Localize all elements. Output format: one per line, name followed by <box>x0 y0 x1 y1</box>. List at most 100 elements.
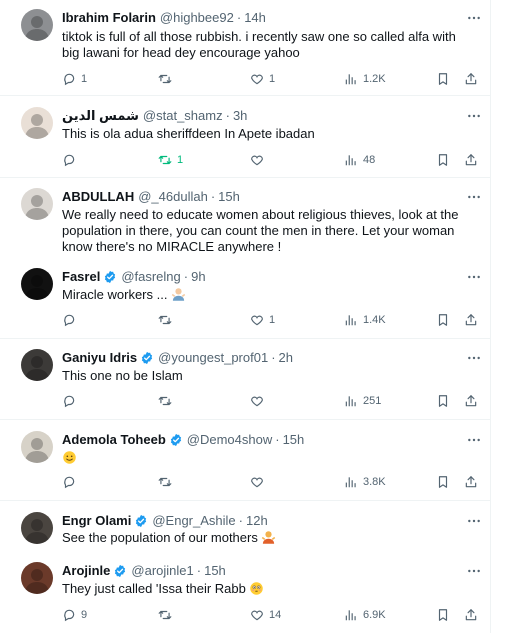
more-icon[interactable] <box>466 10 482 26</box>
separator-dot: · <box>210 189 216 204</box>
share-button[interactable] <box>464 473 478 491</box>
more-icon[interactable] <box>466 189 482 205</box>
bookmark-icon <box>436 475 450 489</box>
author-name[interactable]: Engr Olami <box>62 513 131 529</box>
reply-button[interactable] <box>62 311 81 329</box>
bookmark-button[interactable] <box>436 70 450 88</box>
verified-badge-icon <box>169 433 183 447</box>
author-handle[interactable]: @stat_shamz <box>143 108 223 124</box>
separator-dot: · <box>196 563 202 578</box>
author-name[interactable]: شمس الدين <box>62 108 139 124</box>
like-icon <box>250 313 264 327</box>
views-count: 6.9K <box>363 609 386 621</box>
tweet-text: Miracle workers ... <box>62 287 467 306</box>
retweet-icon <box>158 608 172 622</box>
avatar[interactable] <box>21 512 53 544</box>
like-icon <box>250 475 264 489</box>
more-icon[interactable] <box>466 432 482 448</box>
views-button[interactable]: 251 <box>344 392 381 410</box>
timeline-border <box>490 0 491 633</box>
views-button[interactable]: 1.2K <box>344 70 386 88</box>
tweet-text <box>62 450 467 469</box>
timestamp[interactable]: 3h <box>233 108 247 124</box>
avatar[interactable] <box>21 349 53 381</box>
share-button[interactable] <box>464 311 478 329</box>
retweet-button[interactable] <box>158 606 177 624</box>
author-name[interactable]: Ibrahim Folarin <box>62 10 156 26</box>
avatar[interactable] <box>21 9 53 41</box>
timestamp[interactable]: 15h <box>204 563 226 579</box>
retweet-button[interactable]: 1 <box>158 151 183 169</box>
more-icon[interactable] <box>466 563 482 579</box>
bookmark-button[interactable] <box>436 151 450 169</box>
separator-dot: · <box>236 10 242 25</box>
share-button[interactable] <box>464 151 478 169</box>
views-count: 1.2K <box>363 73 386 85</box>
timestamp[interactable]: 12h <box>246 513 268 529</box>
author-name[interactable]: Ganiyu Idris <box>62 350 137 366</box>
author-name[interactable]: Ademola Toheeb <box>62 432 166 448</box>
reply-button[interactable]: 1 <box>62 70 87 88</box>
timestamp[interactable]: 14h <box>244 10 266 26</box>
like-button[interactable] <box>250 473 269 491</box>
timestamp[interactable]: 15h <box>283 432 305 448</box>
separator-dot: · <box>183 269 189 284</box>
author-handle[interactable]: @highbee92 <box>160 10 234 26</box>
avatar[interactable] <box>21 562 53 594</box>
author-handle[interactable]: @_46dullah <box>138 189 208 205</box>
avatar[interactable] <box>21 188 53 220</box>
views-button[interactable]: 3.8K <box>344 473 386 491</box>
views-button[interactable]: 48 <box>344 151 375 169</box>
reply-icon <box>62 72 76 86</box>
tweet-header: Ademola Toheeb @Demo4show · 15h <box>62 432 479 448</box>
bookmark-button[interactable] <box>436 606 450 624</box>
separator-dot: · <box>275 432 280 447</box>
timestamp[interactable]: 2h <box>279 350 293 366</box>
more-icon[interactable] <box>466 108 482 124</box>
timestamp[interactable]: 15h <box>218 189 240 205</box>
avatar[interactable] <box>21 107 53 139</box>
author-name[interactable]: ABDULLAH <box>62 189 134 205</box>
bookmark-button[interactable] <box>436 311 450 329</box>
share-button[interactable] <box>464 606 478 624</box>
retweet-button[interactable] <box>158 70 177 88</box>
share-button[interactable] <box>464 392 478 410</box>
views-button[interactable]: 6.9K <box>344 606 386 624</box>
retweet-button[interactable] <box>158 311 177 329</box>
retweet-button[interactable] <box>158 392 177 410</box>
reply-button[interactable] <box>62 473 81 491</box>
retweet-button[interactable] <box>158 473 177 491</box>
reply-button[interactable] <box>62 392 81 410</box>
retweet-icon <box>158 313 172 327</box>
author-handle[interactable]: @fasrelng <box>121 269 180 285</box>
separator-dot: · <box>225 108 230 123</box>
more-icon[interactable] <box>466 269 482 285</box>
reply-button[interactable] <box>62 151 81 169</box>
avatar[interactable] <box>21 268 53 300</box>
tweet-text-content: They just called 'Issa their Rabb <box>62 581 250 596</box>
views-button[interactable]: 1.4K <box>344 311 386 329</box>
reply-button[interactable]: 9 <box>62 606 87 624</box>
like-button[interactable] <box>250 151 269 169</box>
more-icon[interactable] <box>466 513 482 529</box>
like-button[interactable]: 1 <box>250 70 275 88</box>
like-button[interactable] <box>250 392 269 410</box>
author-handle[interactable]: @Demo4show <box>187 432 272 448</box>
views-icon <box>344 72 358 86</box>
views-icon <box>344 475 358 489</box>
avatar[interactable] <box>21 431 53 463</box>
bookmark-button[interactable] <box>436 473 450 491</box>
bookmark-button[interactable] <box>436 392 450 410</box>
author-handle[interactable]: @Engr_Ashile <box>152 513 235 529</box>
timestamp[interactable]: 9h <box>191 269 205 285</box>
retweet-icon <box>158 475 172 489</box>
author-name[interactable]: Arojinle <box>62 563 110 579</box>
share-button[interactable] <box>464 70 478 88</box>
like-button[interactable]: 14 <box>250 606 281 624</box>
author-name[interactable]: Fasrel <box>62 269 100 285</box>
more-icon[interactable] <box>466 350 482 366</box>
tweet-divider <box>0 500 490 501</box>
like-button[interactable]: 1 <box>250 311 275 329</box>
author-handle[interactable]: @arojinle1 <box>131 563 193 579</box>
author-handle[interactable]: @youngest_prof01 <box>158 350 268 366</box>
